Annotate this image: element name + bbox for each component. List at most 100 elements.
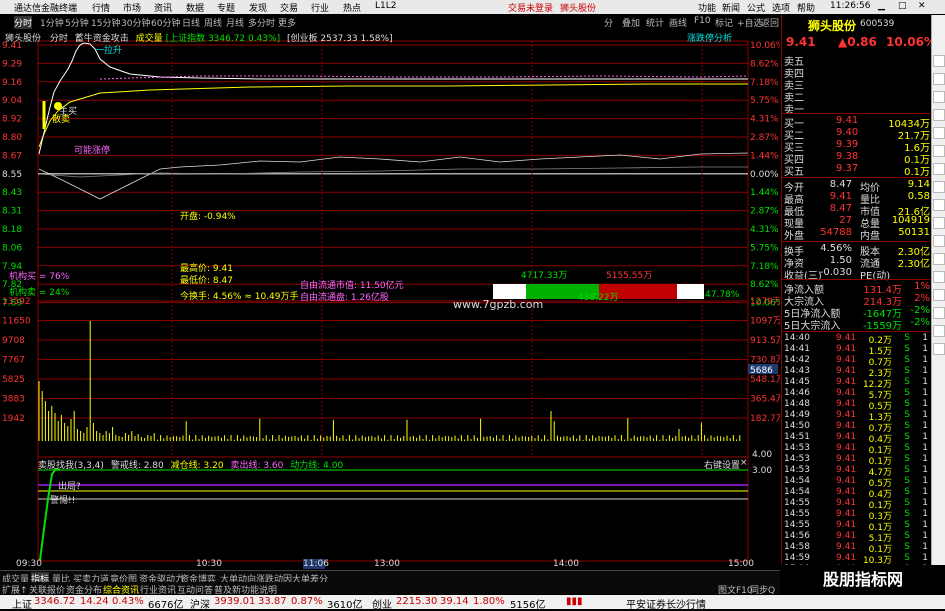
btn-add-favorite[interactable]: +自选 bbox=[737, 16, 763, 29]
tick-row: 14:53 9.41 4.7万 S 1 bbox=[784, 465, 930, 478]
maximize-icon[interactable]: □ bbox=[898, 1, 907, 11]
pct-axis-label: 7.18% bbox=[750, 262, 779, 272]
sidebar-btn[interactable] bbox=[933, 163, 945, 175]
menu-gongshi[interactable]: 公式 bbox=[747, 1, 765, 14]
tab-more[interactable]: 更多 bbox=[278, 16, 296, 29]
tick-time: 14:53 bbox=[784, 454, 810, 464]
tick-row: 14:58 9.41 0.1万 S 1 bbox=[784, 542, 930, 555]
time-1400: 14:00 bbox=[553, 559, 579, 569]
sidebar-btn[interactable] bbox=[933, 91, 945, 103]
main-sell-label: 散卖 bbox=[52, 115, 71, 125]
sidebar-btn[interactable] bbox=[933, 325, 945, 337]
menu-faxian[interactable]: 发现 bbox=[249, 1, 267, 14]
tick-side: S bbox=[904, 410, 910, 420]
bid-row: 买二 9.40 21.7万 bbox=[784, 127, 930, 142]
sidebar-btn[interactable] bbox=[933, 271, 945, 283]
tab-day[interactable]: 日线 bbox=[182, 16, 200, 29]
sidebar-btn[interactable] bbox=[933, 343, 945, 355]
tab-30min[interactable]: 30分钟 bbox=[121, 16, 150, 29]
sidebar-btn[interactable] bbox=[933, 145, 945, 157]
intraday-chart[interactable]: 9.4110.06%9.298.62%9.167.18%9.045.75%8.9… bbox=[0, 29, 780, 569]
stat-value: 27 bbox=[839, 215, 852, 226]
sidebar-btn[interactable] bbox=[933, 289, 945, 301]
sidebar-btn[interactable] bbox=[933, 127, 945, 139]
sidebar-btn[interactable] bbox=[933, 199, 945, 211]
right-sidebar-scroll[interactable] bbox=[931, 15, 945, 569]
menu-shichang[interactable]: 市场 bbox=[123, 1, 141, 14]
tick-count: 1 bbox=[922, 399, 928, 409]
stat-row: 今开 8.47 均价 9.14 bbox=[784, 179, 930, 194]
menu-redian[interactable]: 热点 bbox=[343, 1, 361, 14]
pct-axis-label: 7.18% bbox=[750, 78, 779, 88]
limit-analysis-link[interactable]: 涨跌停分析 bbox=[687, 31, 732, 44]
tick-side: S bbox=[904, 377, 910, 387]
stat2-value: 1.50 bbox=[829, 255, 852, 266]
menu-hangye[interactable]: 行业 bbox=[311, 1, 329, 14]
stat-key: 外盘 bbox=[784, 231, 804, 242]
tab-5min[interactable]: 5分钟 bbox=[65, 16, 89, 29]
menu-l1l2[interactable]: L1L2 bbox=[375, 1, 396, 11]
btn-f10[interactable]: F10 bbox=[694, 16, 711, 26]
btn-back[interactable]: 返回 bbox=[761, 16, 779, 29]
tab-60min[interactable]: 60分钟 bbox=[151, 16, 180, 29]
btn-overlay[interactable]: 叠加 bbox=[622, 16, 640, 29]
stat2-value: 4.56% bbox=[820, 243, 852, 254]
tick-side: S bbox=[904, 531, 910, 541]
bid-price: 9.40 bbox=[836, 127, 859, 138]
sidebar-btn[interactable] bbox=[933, 73, 945, 85]
stat2-value: -0.030 bbox=[819, 267, 852, 278]
menu-jiaoyi[interactable]: 交易 bbox=[280, 1, 298, 14]
inst-sell-label: 机构卖 = 24% bbox=[9, 288, 70, 298]
sidebar-btn[interactable] bbox=[933, 307, 945, 319]
pct-axis-label: 10.06% bbox=[750, 41, 780, 51]
minimize-icon[interactable]: ▁ bbox=[878, 1, 885, 11]
menu-xinwen[interactable]: 新闻 bbox=[722, 1, 740, 14]
menu-hangqing[interactable]: 行情 bbox=[92, 1, 110, 14]
bid-row: 买三 9.39 1.6万 bbox=[784, 139, 930, 154]
tab-multi[interactable]: 多分时 bbox=[248, 16, 275, 29]
tab-15min[interactable]: 15分钟 bbox=[91, 16, 120, 29]
flow-row: 净流入额 131.4万 1% bbox=[784, 281, 930, 296]
tick-side: S bbox=[904, 355, 910, 365]
tick-side: S bbox=[904, 454, 910, 464]
btn-fen[interactable]: 分 bbox=[604, 16, 613, 29]
tick-row: 14:41 9.41 1.5万 S 1 bbox=[784, 344, 930, 357]
menu-bangzhu[interactable]: 帮助 bbox=[797, 1, 815, 14]
tick-time: 14:58 bbox=[784, 542, 810, 552]
out-question-label: 出局? bbox=[58, 482, 81, 492]
menu-zixun[interactable]: 资讯 bbox=[154, 1, 172, 14]
indicator-close-icon[interactable]: × bbox=[740, 458, 748, 468]
close-icon[interactable]: ✕ bbox=[918, 1, 926, 11]
price-axis-label: 8.18 bbox=[2, 225, 22, 235]
amount-axis-label: 365.4万 bbox=[750, 395, 780, 405]
bid-price: 9.37 bbox=[836, 163, 859, 174]
volume-axis-label: 11650 bbox=[2, 317, 31, 327]
menu-xuanxiang[interactable]: 选项 bbox=[772, 1, 790, 14]
tick-side: S bbox=[904, 399, 910, 409]
tick-side: S bbox=[904, 542, 910, 552]
menu-gongneng[interactable]: 功能 bbox=[698, 1, 716, 14]
price-axis-label: 8.43 bbox=[2, 188, 22, 198]
menu-zhuanti[interactable]: 专题 bbox=[217, 1, 235, 14]
tab-month[interactable]: 月线 bbox=[226, 16, 244, 29]
tick-price: 9.41 bbox=[836, 553, 857, 563]
btn-draw[interactable]: 画线 bbox=[669, 16, 687, 29]
sidebar-btn[interactable] bbox=[933, 253, 945, 265]
sidebar-btn[interactable] bbox=[933, 55, 945, 67]
btn-stats[interactable]: 统计 bbox=[646, 16, 664, 29]
tick-row: 14:56 9.41 5.1万 S 1 bbox=[784, 531, 930, 544]
sidebar-btn[interactable] bbox=[933, 217, 945, 229]
btn-mark[interactable]: 标记 bbox=[715, 16, 733, 29]
tab-fenshi[interactable]: 分时 bbox=[14, 16, 33, 29]
indicator-settings[interactable]: 右键设置 bbox=[704, 458, 740, 471]
flow-row: 大宗流入 214.3万 2% bbox=[784, 293, 930, 308]
tick-count: 1 bbox=[922, 410, 928, 420]
sidebar-btn[interactable] bbox=[933, 109, 945, 121]
tab-week[interactable]: 周线 bbox=[204, 16, 222, 29]
tab-1min[interactable]: 1分钟 bbox=[40, 16, 64, 29]
tick-count: 1 bbox=[922, 344, 928, 354]
sidebar-btn[interactable] bbox=[933, 181, 945, 193]
sidebar-btn[interactable] bbox=[933, 235, 945, 247]
menu-shuju[interactable]: 数据 bbox=[186, 1, 204, 14]
login-status[interactable]: 交易未登录 bbox=[508, 1, 553, 14]
